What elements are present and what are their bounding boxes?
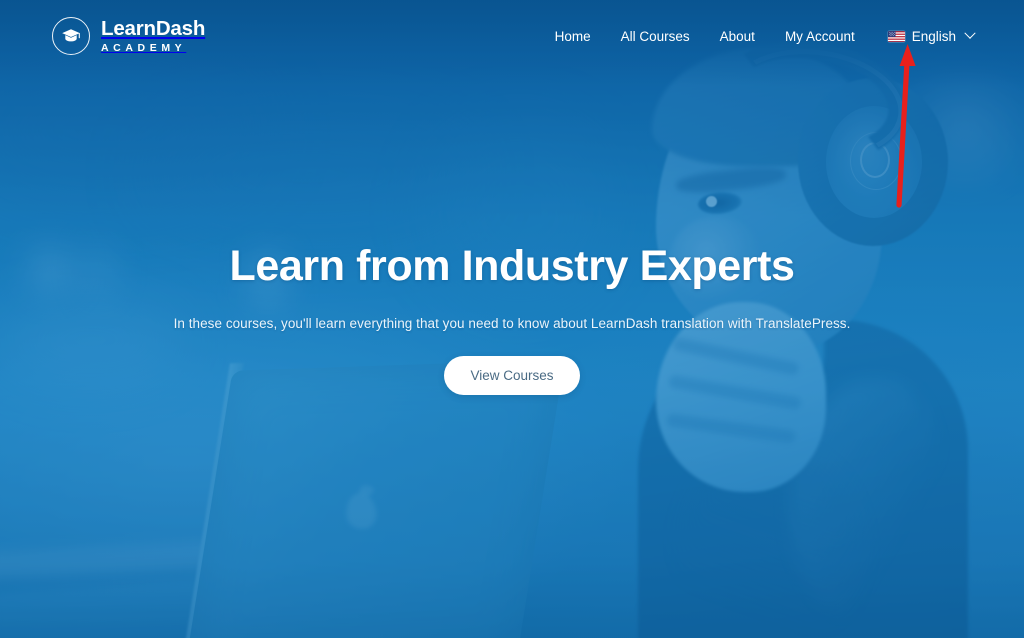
- site-header: LearnDash ACADEMY Home All Courses About…: [0, 0, 1024, 72]
- hero-subtitle: In these courses, you'll learn everythin…: [173, 315, 851, 331]
- nav-item-home[interactable]: Home: [540, 23, 606, 50]
- nav-item-all-courses[interactable]: All Courses: [606, 23, 705, 50]
- site-logo[interactable]: LearnDash ACADEMY: [52, 17, 205, 55]
- brand-name: LearnDash: [101, 16, 206, 40]
- language-switcher-label: English: [911, 28, 956, 44]
- us-flag-icon: [887, 30, 905, 42]
- page-stage: LearnDash ACADEMY Home All Courses About…: [0, 0, 1024, 638]
- chevron-down-icon: [964, 27, 976, 39]
- hero-title: Learn from Industry Experts: [229, 242, 795, 290]
- nav-item-my-account[interactable]: My Account: [770, 23, 870, 50]
- graduation-cap-icon: [52, 17, 90, 55]
- nav-item-about[interactable]: About: [705, 23, 770, 50]
- language-switcher[interactable]: English: [870, 23, 978, 50]
- view-courses-button[interactable]: View Courses: [444, 355, 580, 395]
- brand-text: LearnDash ACADEMY: [101, 16, 206, 54]
- brand-subtitle: ACADEMY: [101, 42, 187, 54]
- main-navigation: Home All Courses About My Account Englis…: [540, 23, 978, 50]
